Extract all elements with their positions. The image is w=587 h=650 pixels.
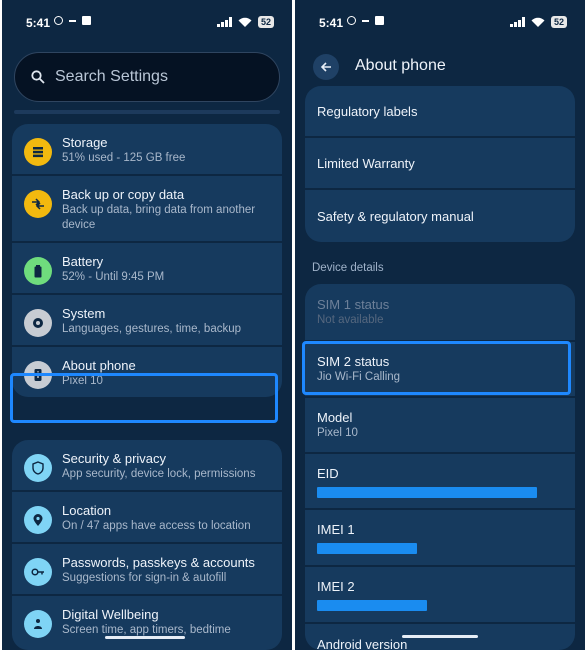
back-button[interactable] — [313, 54, 339, 80]
about-phone-screen: 5:41 52 About phone Regulatory labels Lim… — [295, 0, 585, 650]
settings-item-battery[interactable]: Battery 52% - Until 9:45 PM — [12, 243, 282, 295]
settings-item-title: Digital Wellbeing — [62, 607, 159, 622]
settings-item-subtitle: 51% used - 125 GB free — [62, 152, 186, 164]
app-bar: About phone — [295, 50, 585, 84]
settings-group-privacy: Security & privacy App security, device l… — [12, 440, 282, 650]
about-item-limited-warranty[interactable]: Limited Warranty — [305, 138, 575, 190]
settings-item-storage[interactable]: Storage 51% used - 125 GB free — [12, 124, 282, 176]
settings-item-title: Security & privacy — [62, 451, 167, 466]
location-pin-icon — [24, 506, 52, 534]
shield-icon — [24, 454, 52, 482]
whatsapp-icon — [54, 16, 63, 25]
about-item-sim-1-status: SIM 1 status Not available — [305, 284, 575, 342]
about-item-title: IMEI 1 — [317, 522, 355, 537]
settings-item-title: About phone — [62, 358, 136, 373]
battery-level-badge: 52 — [257, 16, 274, 28]
settings-item-location[interactable]: Location On / 47 apps have access to loca… — [12, 492, 282, 544]
about-item-title: Limited Warranty — [317, 155, 415, 171]
status-time: 5:41 — [26, 16, 51, 30]
settings-item-title: Storage — [62, 135, 108, 150]
settings-item-title: Passwords, passkeys & accounts — [62, 555, 255, 570]
back-arrow-icon — [320, 62, 331, 72]
wifi-icon — [238, 17, 252, 27]
about-item-title: Regulatory labels — [317, 103, 418, 119]
notification-square-icon — [375, 16, 384, 25]
about-item-subtitle: Jio Wi-Fi Calling — [317, 371, 401, 383]
device-details-group: SIM 1 status Not available SIM 2 status Jio… — [305, 284, 575, 650]
gear-icon — [24, 309, 52, 337]
status-bar: 5:41 52 — [295, 14, 585, 32]
about-item-regulatory-labels[interactable]: Regulatory labels — [305, 86, 575, 138]
settings-item-title: System — [62, 306, 106, 321]
settings-item-system[interactable]: System Languages, gestures, time, backup — [12, 295, 282, 347]
about-item-imei-2[interactable]: IMEI 2 — [305, 567, 575, 624]
search-placeholder: Search Settings — [55, 68, 168, 85]
about-item-subtitle: Pixel 10 — [317, 427, 358, 439]
signal-icon — [510, 17, 525, 27]
about-item-imei-1[interactable]: IMEI 1 — [305, 510, 575, 567]
about-item-subtitle: Not available — [317, 314, 384, 326]
notification-square-icon — [82, 16, 91, 25]
settings-item-subtitle: Pixel 10 — [62, 375, 103, 387]
search-input[interactable]: Search Settings — [14, 52, 280, 102]
redacted-value-bar — [317, 486, 537, 498]
storage-icon — [24, 138, 52, 166]
key-icon — [24, 558, 52, 586]
about-item-title: EID — [317, 465, 339, 481]
about-item-title: IMEI 2 — [317, 579, 355, 594]
wellbeing-icon — [24, 610, 52, 638]
settings-item-subtitle: On / 47 apps have access to location — [62, 520, 251, 532]
settings-group-device: Storage 51% used - 125 GB free Back up or … — [12, 124, 282, 397]
settings-item-back-up-or-copy-data[interactable]: Back up or copy data Back up data, bring … — [12, 176, 282, 243]
settings-item-title: Back up or copy data — [62, 187, 185, 202]
about-item-title: SIM 1 status — [317, 297, 390, 312]
about-item-title: SIM 2 status — [317, 354, 390, 369]
section-label-device-details: Device details — [312, 262, 384, 274]
gesture-nav-bar[interactable] — [402, 635, 478, 638]
settings-item-passwords-passkeys-accounts[interactable]: Passwords, passkeys & accounts Suggestion… — [12, 544, 282, 596]
settings-item-subtitle: Suggestions for sign-in & autofill — [62, 572, 227, 584]
divider — [14, 110, 280, 114]
settings-screen: 5:41 52 Search Settings Storage 51% used … — [2, 0, 292, 650]
about-item-sim-2-status[interactable]: SIM 2 status Jio Wi-Fi Calling — [305, 342, 575, 398]
signal-icon — [217, 17, 232, 27]
redacted-value-bar — [317, 600, 427, 611]
gesture-nav-bar[interactable] — [105, 636, 185, 639]
dash-icon — [362, 19, 369, 22]
about-item-model[interactable]: Model Pixel 10 — [305, 398, 575, 454]
regulatory-group: Regulatory labels Limited Warranty Safety … — [305, 86, 575, 242]
phone-info-icon — [24, 361, 52, 389]
battery-level-badge: 52 — [550, 16, 567, 28]
wifi-icon — [531, 17, 545, 27]
dash-icon — [69, 19, 76, 22]
settings-item-about-phone[interactable]: About phone Pixel 10 — [12, 347, 282, 397]
settings-item-title: Battery — [62, 254, 104, 269]
settings-item-subtitle: Languages, gestures, time, backup — [62, 323, 242, 335]
status-time: 5:41 — [319, 16, 344, 30]
about-item-safety-regulatory-manual[interactable]: Safety & regulatory manual — [305, 190, 575, 242]
search-icon — [31, 70, 45, 84]
redacted-value-bar — [317, 543, 417, 554]
page-title: About phone — [355, 57, 446, 74]
whatsapp-icon — [347, 16, 356, 25]
about-item-title: Model — [317, 410, 353, 425]
battery-icon — [24, 257, 52, 285]
settings-item-subtitle: 52% - Until 9:45 PM — [62, 271, 165, 283]
status-bar: 5:41 52 — [2, 14, 292, 32]
settings-item-subtitle: Back up data, bring data from another de… — [62, 204, 256, 231]
settings-item-title: Location — [62, 503, 112, 518]
about-item-title: Safety & regulatory manual — [317, 208, 474, 224]
backup-icon — [24, 190, 52, 218]
settings-item-security-privacy[interactable]: Security & privacy App security, device l… — [12, 440, 282, 492]
about-item-eid[interactable]: EID — [305, 454, 575, 510]
settings-item-subtitle: App security, device lock, permissions — [62, 468, 256, 480]
